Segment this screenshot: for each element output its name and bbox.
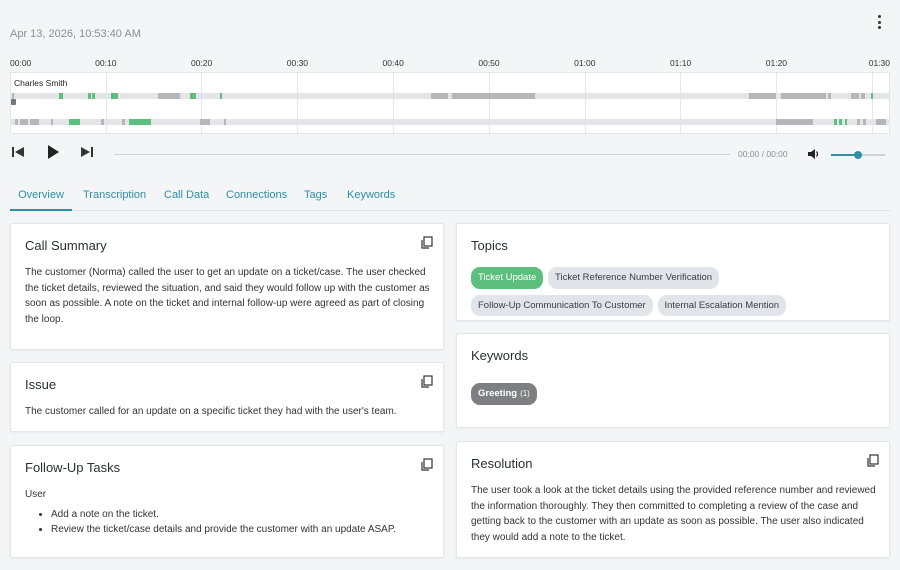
speech-segment	[776, 119, 813, 125]
issue-text: The customer called for an update on a s…	[25, 406, 397, 417]
tick-label: 00:10	[95, 58, 117, 68]
follow-up-body: User Add a note on the ticket. Review th…	[25, 487, 435, 538]
keyword-chip[interactable]: Greeting (1)	[471, 383, 537, 405]
time-readout: 00:00 / 00:00	[738, 149, 788, 159]
audio-player: 00:00 / 00:00	[10, 144, 890, 164]
speaker-timeline[interactable]: Charles Smith	[10, 72, 890, 134]
speech-segment	[200, 119, 210, 125]
speech-segment	[88, 93, 91, 99]
topic-chips: Ticket Update Ticket Reference Number Ve…	[471, 267, 881, 322]
speaker-label: Charles Smith	[14, 78, 68, 88]
task-list: Add a note on the ticket. Review the tic…	[25, 507, 435, 538]
topic-chip[interactable]: Ticket Reference Number Verification	[548, 267, 720, 289]
speech-segment	[101, 119, 104, 125]
volume-icon[interactable]	[808, 148, 820, 160]
tick-label: 01:10	[669, 58, 692, 68]
speech-segment	[129, 119, 151, 125]
keyword-label: Greeting	[478, 388, 518, 399]
card-title: Issue	[25, 377, 57, 392]
resolution-text: The user took a look at the ticket detai…	[471, 485, 876, 543]
speech-segment	[92, 93, 95, 99]
copy-icon[interactable]	[420, 458, 434, 472]
timeline-ruler: 00:00 00:10 00:20 00:30 00:40 00:50 01:0…	[10, 58, 890, 70]
tick-label: 01:30	[868, 58, 890, 68]
speech-segment	[30, 119, 39, 125]
tab-connections[interactable]: Connections	[226, 186, 287, 211]
task-item: Add a note on the ticket.	[51, 507, 435, 523]
card-title: Call Summary	[25, 238, 107, 253]
playhead-marker[interactable]	[11, 99, 16, 105]
tab-tags[interactable]: Tags	[304, 186, 327, 211]
volume-slider[interactable]	[831, 151, 885, 159]
tab-keywords[interactable]: Keywords	[347, 186, 395, 211]
speech-segment	[431, 93, 448, 99]
call-summary-card: Call Summary The customer (Norma) called…	[10, 223, 444, 350]
keyword-chips: Greeting (1)	[471, 383, 539, 411]
speech-segment	[220, 93, 222, 99]
copy-icon[interactable]	[420, 375, 434, 389]
speech-segment	[452, 93, 535, 99]
card-title: Follow-Up Tasks	[25, 460, 121, 475]
speech-segment	[158, 93, 180, 99]
speech-segment	[190, 93, 196, 99]
speaker-track[interactable]	[11, 93, 889, 99]
tick-label: 00:50	[478, 58, 500, 68]
topics-card: Topics Ticket Update Ticket Reference Nu…	[456, 223, 890, 321]
card-title: Resolution	[471, 456, 533, 471]
speech-segment	[51, 119, 53, 125]
follow-up-tasks-card: Follow-Up Tasks User Add a note on the t…	[10, 445, 444, 558]
skip-next-icon[interactable]	[80, 146, 93, 158]
speech-segment	[861, 93, 865, 99]
speaker-track[interactable]	[11, 119, 889, 125]
topic-chip[interactable]: Follow-Up Communication To Customer	[471, 294, 653, 316]
speech-segment	[749, 93, 776, 99]
task-assignee: User	[25, 489, 47, 500]
issue-card: Issue The customer called for an update …	[10, 362, 444, 432]
tick-label: 00:30	[286, 58, 309, 68]
tab-call-data[interactable]: Call Data	[164, 186, 209, 211]
topic-chip[interactable]: Ticket Update	[471, 267, 544, 289]
speech-segment	[59, 93, 63, 99]
speech-segment	[863, 119, 866, 125]
tick-label: 00:40	[382, 58, 404, 68]
speech-segment	[15, 119, 18, 125]
tab-transcription[interactable]: Transcription	[83, 186, 146, 211]
skip-previous-icon[interactable]	[12, 146, 25, 158]
card-title: Keywords	[471, 348, 529, 363]
card-title: Topics	[471, 238, 508, 253]
tick-label: 00:20	[190, 58, 213, 68]
speech-segment	[122, 119, 125, 125]
progress-bar[interactable]	[114, 154, 730, 155]
tick-label: 00:00	[10, 58, 32, 68]
tab-overview[interactable]: Overview	[10, 186, 72, 211]
kebab-menu-icon[interactable]	[872, 14, 886, 30]
keywords-card: Keywords Greeting (1)	[456, 333, 890, 428]
tab-bar: Overview Transcription Call Data Connect…	[10, 186, 890, 211]
speech-segment	[20, 119, 28, 125]
keyword-count: (1)	[520, 389, 530, 398]
topic-chip[interactable]: Internal Escalation Mention	[657, 294, 787, 316]
speech-segment	[876, 119, 886, 125]
speech-segment	[845, 119, 847, 125]
tick-label: 01:20	[765, 58, 788, 68]
speech-segment	[781, 93, 826, 99]
call-timestamp: Apr 13, 2026, 10:53:40 AM	[10, 28, 141, 40]
speech-segment	[839, 119, 842, 125]
copy-icon[interactable]	[420, 236, 434, 250]
call-summary-text: The customer (Norma) called the user to …	[25, 267, 430, 325]
tick-label: 01:00	[574, 58, 596, 68]
speech-segment	[828, 93, 831, 99]
speech-segment	[871, 93, 873, 99]
task-item: Review the ticket/case details and provi…	[51, 522, 435, 538]
resolution-card: Resolution The user took a look at the t…	[456, 441, 890, 558]
play-icon[interactable]	[47, 145, 59, 159]
speech-segment	[69, 119, 80, 125]
speech-segment	[851, 93, 859, 99]
speech-segment	[224, 119, 226, 125]
speech-segment	[834, 119, 837, 125]
speech-segment	[857, 119, 860, 125]
speech-segment	[111, 93, 118, 99]
copy-icon[interactable]	[866, 454, 880, 468]
volume-knob[interactable]	[854, 151, 862, 159]
